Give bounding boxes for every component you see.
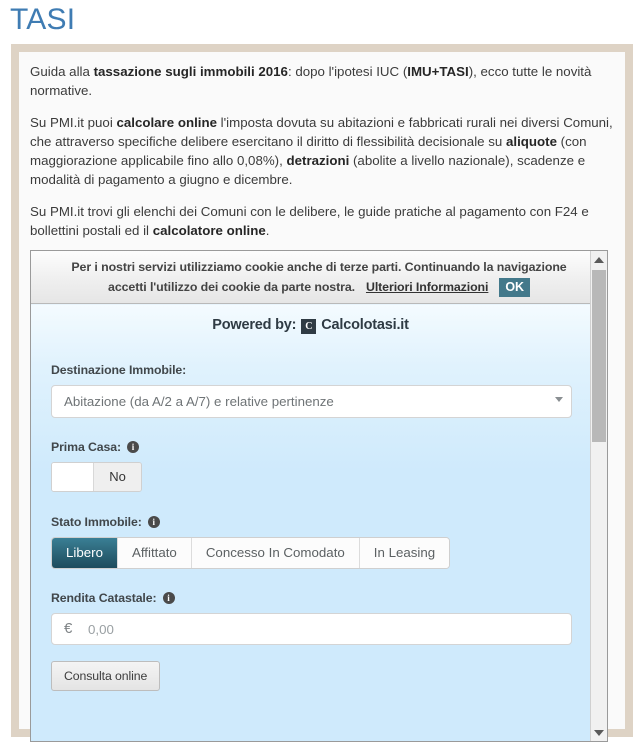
stato-option-affittato[interactable]: Affittato — [117, 538, 192, 568]
info-icon[interactable]: i — [127, 441, 139, 453]
intro-paragraph-3: Su PMI.it trovi gli elenchi dei Comuni c… — [30, 202, 614, 240]
intro-p2-seg1: Su PMI.it puoi — [30, 115, 117, 130]
consulta-online-button[interactable]: Consulta online — [51, 661, 161, 691]
scroll-up-button[interactable] — [591, 251, 607, 268]
triangle-down-icon — [594, 729, 604, 736]
intro-p1-seg2: : dopo l'ipotesi IUC ( — [287, 64, 408, 79]
article-body: Guida alla tassazione sugli immobili 201… — [19, 52, 625, 742]
stato-option-in-leasing[interactable]: In Leasing — [359, 538, 450, 568]
cookie-consent-bar: Per i nostri servizi utilizziamo cookie … — [31, 251, 607, 304]
intro-p3-bold1: calcolatore online — [152, 223, 266, 238]
intro-p2-bold1: calcolare online — [116, 115, 217, 130]
stato-option-concesso-in-comodato[interactable]: Concesso In Comodato — [191, 538, 360, 568]
cookie-text-line-1: Per i nostri servizi utilizziamo cookie … — [71, 260, 567, 274]
more-info-link[interactable]: Ulteriori Informazioni — [366, 277, 489, 297]
intro-p1-bold1: tassazione sugli immobili 2016 — [93, 64, 288, 79]
tasi-form: Destinazione Immobile: Abitazione (da A/… — [31, 363, 590, 691]
scrollbar-thumb[interactable] — [592, 270, 606, 442]
destinazione-select[interactable]: Abitazione (da A/2 a A/7) e relative per… — [51, 385, 572, 418]
brand-name: Calcolotasi.it — [321, 317, 409, 333]
cookie-text-line-2: accetti l'utilizzo dei cookie da parte n… — [108, 280, 355, 294]
intro-p2-bold3: detrazioni — [286, 153, 350, 168]
intro-text: Guida alla tassazione sugli immobili 201… — [30, 62, 614, 240]
scroll-down-button[interactable] — [591, 724, 607, 741]
toggle-knob — [52, 463, 94, 491]
intro-p1-bold2: IMU+TASI — [407, 64, 469, 79]
rendita-catastale-input-wrap: € — [51, 613, 572, 645]
stato-option-libero[interactable]: Libero — [52, 538, 118, 568]
triangle-up-icon — [594, 256, 604, 263]
page-title: TASI — [10, 3, 76, 36]
intro-p3-seg2: . — [265, 223, 270, 238]
info-icon[interactable]: i — [162, 592, 175, 604]
intro-paragraph-1: Guida alla tassazione sugli immobili 201… — [30, 62, 614, 100]
destinazione-select-wrap: Abitazione (da A/2 a A/7) e relative per… — [51, 385, 572, 418]
destinazione-label-text: Destinazione Immobile: — [51, 363, 187, 377]
calcolotasi-logo-icon: C — [301, 318, 317, 334]
stato-immobile-segmented-control: Libero Affittato Concesso In Comodato In… — [51, 537, 451, 569]
rendita-catastale-input[interactable] — [51, 613, 572, 645]
cookie-text-line-2-row: accetti l'utilizzo dei cookie da parte n… — [49, 277, 589, 297]
rendita-catastale-label: Rendita Catastale: i — [51, 591, 572, 605]
prima-casa-label-text: Prima Casa: — [51, 440, 121, 454]
powered-by: Powered by: C Calcolotasi.it — [31, 317, 590, 334]
rendita-catastale-label-text: Rendita Catastale: — [51, 591, 157, 605]
intro-p2-bold2: aliquote — [505, 134, 557, 149]
stato-immobile-label-text: Stato Immobile: — [51, 515, 142, 529]
widget-content: Powered by: C Calcolotasi.it Destinazion… — [31, 305, 590, 741]
intro-p3-seg1: Su PMI.it trovi gli elenchi dei Comuni c… — [30, 204, 589, 238]
intro-paragraph-2: Su PMI.it puoi calcolare online l'impost… — [30, 113, 614, 189]
calcolotasi-widget: Per i nostri servizi utilizziamo cookie … — [30, 250, 608, 742]
stato-immobile-label: Stato Immobile: i — [51, 515, 572, 529]
powered-by-label: Powered by: — [212, 317, 297, 333]
destinazione-label: Destinazione Immobile: — [51, 363, 572, 377]
widget-scrollbar[interactable] — [590, 251, 607, 741]
cookie-ok-button[interactable]: OK — [499, 277, 530, 297]
prima-casa-toggle-value: No — [94, 463, 141, 491]
intro-p1-seg1: Guida alla — [30, 64, 94, 79]
article-frame: Guida alla tassazione sugli immobili 201… — [11, 44, 633, 742]
prima-casa-toggle[interactable]: No — [51, 462, 142, 492]
info-icon[interactable]: i — [147, 516, 160, 528]
prima-casa-label: Prima Casa: i — [51, 440, 572, 454]
